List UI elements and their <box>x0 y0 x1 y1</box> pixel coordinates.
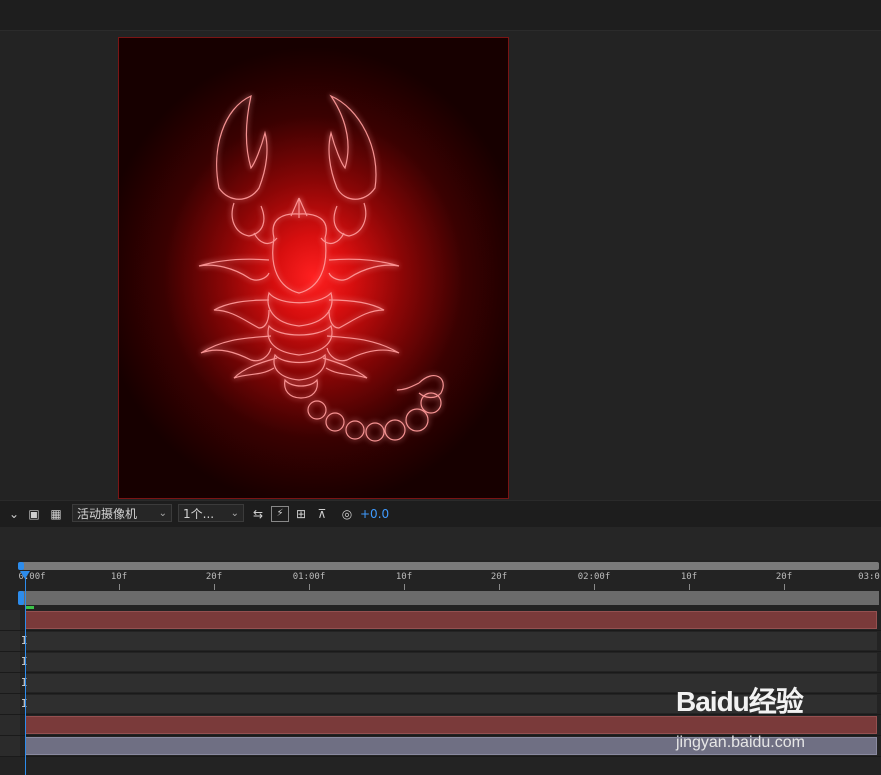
track-handle <box>0 715 20 735</box>
view-layout-dropdown[interactable]: 1个... ⌄ <box>178 504 244 522</box>
view-layout-dropdown-value: 1个... <box>183 507 215 521</box>
watermark-logo: Baidu经验 <box>676 686 804 717</box>
camera-dropdown-value: 活动摄像机 <box>77 507 138 521</box>
ruler-label: 10f <box>395 572 413 582</box>
property-duration-bar <box>25 653 877 671</box>
cache-indicator <box>26 606 34 609</box>
transparency-grid-icon[interactable]: ▦ <box>48 505 64 523</box>
camera-dropdown[interactable]: 活动摄像机 ⌄ <box>72 504 172 522</box>
ruler-label: 10f <box>680 572 698 582</box>
chevron-down-icon[interactable]: ⌄ <box>6 505 22 523</box>
top-panel-bar <box>0 0 881 31</box>
chevron-down-icon: ⌄ <box>158 508 167 519</box>
region-of-interest-icon[interactable]: ▣ <box>26 505 42 523</box>
ruler-label: 20f <box>775 572 793 582</box>
ruler-tick <box>119 584 120 590</box>
ruler-label: 03:0 <box>858 572 880 582</box>
track-handle <box>0 736 20 756</box>
playhead-line[interactable] <box>25 577 26 775</box>
ruler-label: 20f <box>205 572 223 582</box>
scorpion-artwork <box>198 94 444 442</box>
time-navigator-bar[interactable] <box>22 562 879 570</box>
timeline-flow-icon[interactable]: ⊞ <box>293 505 309 523</box>
watermark-url: jingyan.baidu.com <box>676 734 805 751</box>
time-ruler[interactable]: 0:00f 10f 20f 01:00f 10f 20f 02:00f 10f … <box>18 571 881 591</box>
timeline-header <box>0 527 881 560</box>
fast-preview-icon[interactable]: ⚡ <box>271 506 289 522</box>
work-area-bar[interactable] <box>22 591 879 605</box>
ruler-label: 02:00f <box>577 572 611 582</box>
property-track[interactable]: I <box>0 631 881 652</box>
chevron-down-icon: ⌄ <box>230 508 239 519</box>
layer-track[interactable] <box>0 610 881 631</box>
exposure-value[interactable]: +0.0 <box>360 505 389 523</box>
ruler-tick <box>309 584 310 590</box>
ruler-tick <box>214 584 215 590</box>
ruler-tick <box>594 584 595 590</box>
track-handle <box>0 694 20 714</box>
ruler-tick <box>404 584 405 590</box>
composition-canvas[interactable] <box>118 37 509 499</box>
track-handle <box>0 631 20 651</box>
ruler-label: 20f <box>490 572 508 582</box>
work-area-start-handle[interactable] <box>18 591 24 605</box>
property-track[interactable]: I <box>0 652 881 673</box>
ruler-label: 10f <box>110 572 128 582</box>
viewer-controls-bar: ⌄ ▣ ▦ 活动摄像机 ⌄ 1个... ⌄ ⇆ ⚡ ⊞ ⊼ ◎ +0.0 <box>0 500 881 528</box>
ruler-tick <box>689 584 690 590</box>
time-navigator-start-handle[interactable] <box>18 562 24 570</box>
ruler-tick <box>784 584 785 590</box>
track-handle <box>0 673 20 693</box>
flowchart-icon[interactable]: ⊼ <box>314 505 330 523</box>
ruler-tick <box>499 584 500 590</box>
3d-draft-icon[interactable]: ⇆ <box>250 505 266 523</box>
track-handle <box>0 610 20 630</box>
property-duration-bar <box>25 632 877 650</box>
exposure-reset-icon[interactable]: ◎ <box>339 505 355 523</box>
layer-duration-bar[interactable] <box>25 611 877 629</box>
ruler-label: 01:00f <box>292 572 326 582</box>
track-handle <box>0 652 20 672</box>
baidu-jingyan-watermark: Baidu经验 jingyan.baidu.com <box>676 680 876 760</box>
